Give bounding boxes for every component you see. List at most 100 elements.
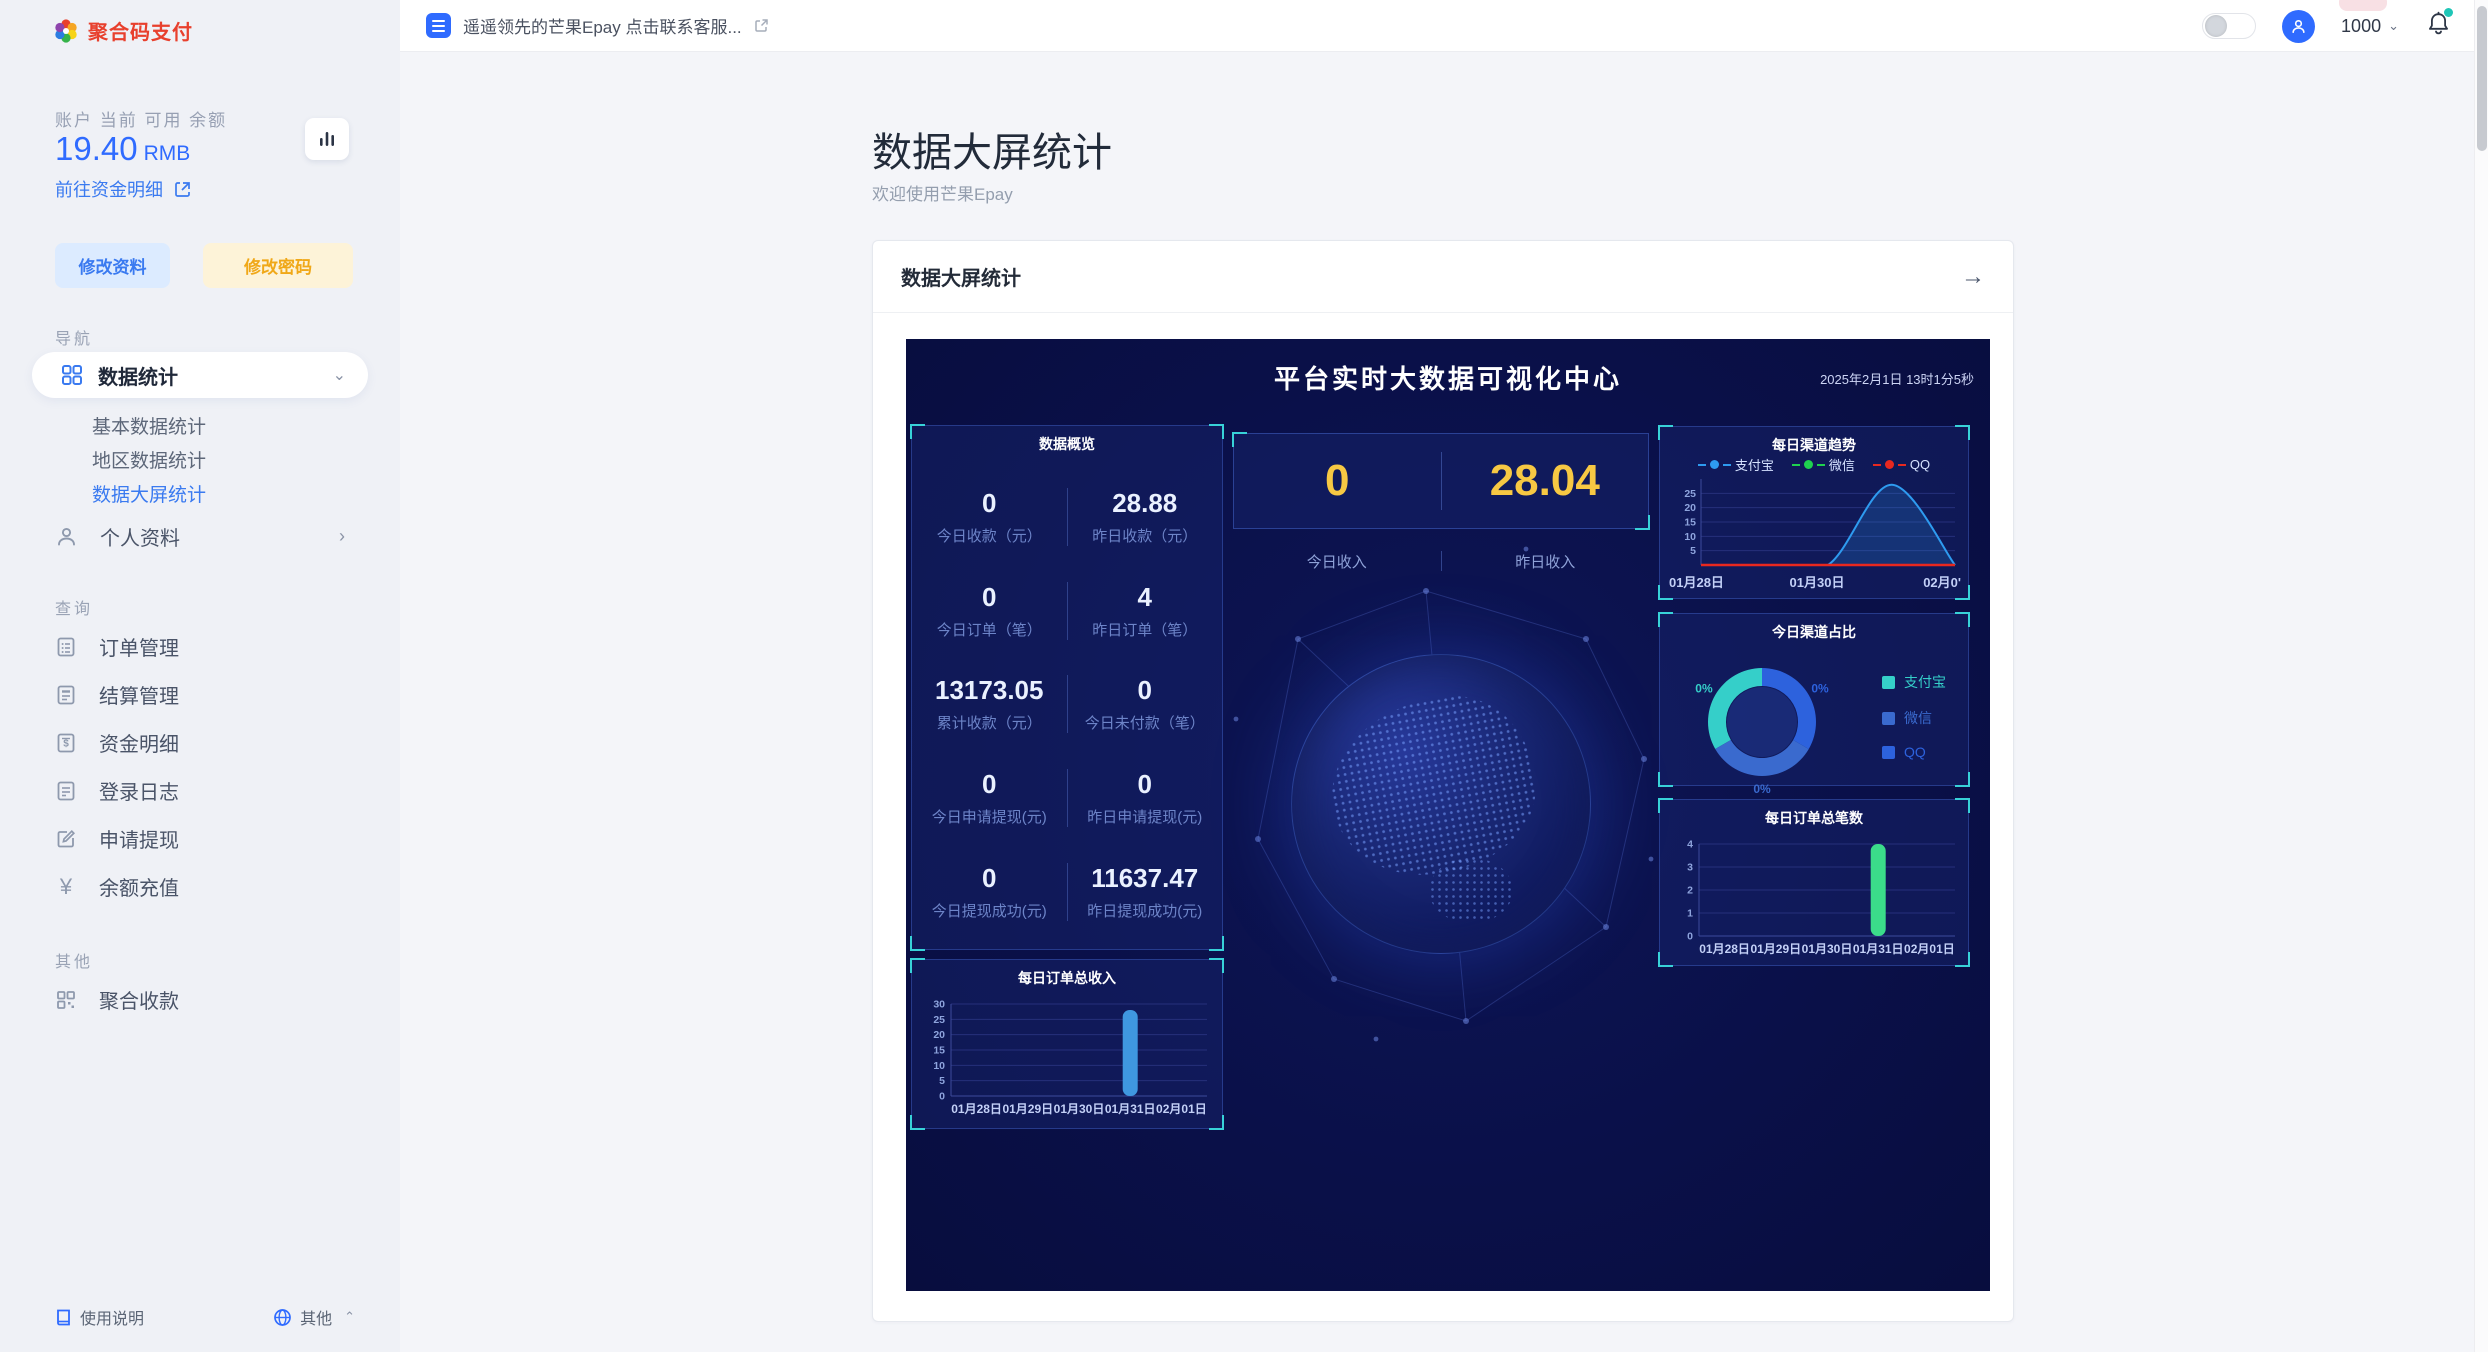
svg-text:20: 20 xyxy=(933,1029,945,1041)
balance: 19.40 RMB xyxy=(55,130,190,168)
today-income-value: 0 xyxy=(1325,456,1350,505)
order-list-icon xyxy=(57,637,75,656)
panel-title: 数据概览 xyxy=(1039,436,1095,452)
sidebar-item-data-stats[interactable]: 数据统计 ⌄ xyxy=(32,352,368,398)
help-link[interactable]: 使用说明 xyxy=(55,1305,144,1329)
stat-today-withdraw-success: 0 今日提现成功(元) xyxy=(931,863,1047,921)
balance-chart-button[interactable] xyxy=(305,118,349,160)
scrollbar-thumb[interactable] xyxy=(2477,6,2487,151)
sidebar-item-orders[interactable]: 订单管理 xyxy=(55,632,355,661)
bigscreen-card: 数据大屏统计 → 平台实时大数据可视化中心 2025年2月1日 13时1分5秒 xyxy=(872,240,2014,1322)
yen-icon: ¥ xyxy=(59,873,73,899)
brand-logo[interactable]: 聚合码支付 xyxy=(52,16,193,45)
page-title: 数据大屏统计 xyxy=(872,131,1112,175)
export-icon xyxy=(175,181,190,197)
page-subtitle: 欢迎使用芒果Epay xyxy=(872,185,1013,204)
chevron-right-icon: › xyxy=(339,526,345,546)
sidebar-subitem-region-stats[interactable]: 地区数据统计 xyxy=(92,446,206,473)
svg-text:02月01日: 02月01日 xyxy=(1904,942,1955,956)
user-dropdown[interactable]: 1000 ⌄ xyxy=(2339,0,2399,37)
sidebar-item-withdraw[interactable]: 申请提现 xyxy=(55,824,355,853)
external-link-icon xyxy=(754,19,768,32)
stat-today-withdraw-request: 0 今日申请提现(元) xyxy=(931,769,1047,827)
panel-daily-order-revenue: 每日订单总收入 0 5 10 15 20 25 30 01月28日 01月29日 01月30日 01… xyxy=(910,958,1224,1130)
svg-text:0%: 0% xyxy=(1811,682,1829,696)
panel-channel-share: 今日渠道占比 0% 0% 0% 支付宝 微信 QQ xyxy=(1658,612,1970,794)
balance-amount: 19.40 xyxy=(55,130,138,167)
panel-daily-order-count: 每日订单总笔数 0 1 2 3 4 01月28日 01月29日 01月30日 01月31日 02月… xyxy=(1658,798,1970,967)
sidebar-item-label: 余额充值 xyxy=(99,878,179,900)
svg-text:0%: 0% xyxy=(1753,782,1771,794)
svg-text:01月31日: 01月31日 xyxy=(1853,942,1904,956)
avatar[interactable] xyxy=(2282,9,2316,43)
stat-yesterday-withdraw-success: 11637.47 昨日提现成功(元) xyxy=(1087,863,1203,921)
announcement-icon xyxy=(426,13,451,38)
sidebar-subitem-basic-stats[interactable]: 基本数据统计 xyxy=(92,412,206,439)
svg-text:01月30日: 01月30日 xyxy=(1790,575,1845,590)
edit-profile-button[interactable]: 修改资料 xyxy=(55,243,170,288)
sidebar-item-login-log[interactable]: 登录日志 xyxy=(55,776,355,805)
sidebar-item-settlement[interactable]: 结算管理 xyxy=(55,680,355,709)
arrow-right-icon[interactable]: → xyxy=(1961,263,1985,291)
sidebar-item-profile[interactable]: 个人资料 › xyxy=(55,522,355,551)
funds-detail-label: 前往资金明细 xyxy=(55,180,163,200)
donut-legend: 支付宝 微信 QQ xyxy=(1882,672,1946,760)
user-icon xyxy=(2292,19,2305,33)
svg-text:0: 0 xyxy=(939,1091,945,1103)
income-box: 0 28.04 xyxy=(1232,432,1650,530)
balance-currency: RMB xyxy=(143,142,191,165)
sidebar-subitem-bigscreen-stats[interactable]: 数据大屏统计 xyxy=(92,480,206,507)
sidebar-item-aggregate-pay[interactable]: 聚合收款 xyxy=(55,985,355,1014)
settlement-icon xyxy=(57,685,75,704)
svg-text:1: 1 xyxy=(1687,908,1693,920)
svg-text:3: 3 xyxy=(1687,862,1693,874)
stat-total-received: 13173.05 累计收款（元） xyxy=(935,675,1044,733)
globe-continent-dots xyxy=(1317,683,1547,889)
sidebar-item-label: 数据统计 xyxy=(98,366,178,389)
funds-doc-icon: $ xyxy=(57,733,75,752)
book-icon xyxy=(57,1309,70,1325)
legend-qq: QQ xyxy=(1882,744,1946,760)
notifications-button[interactable] xyxy=(2425,8,2453,42)
other-menu-toggle[interactable]: 其他 ⌃ xyxy=(273,1305,355,1329)
sidebar-item-label: 资金明细 xyxy=(99,734,179,756)
legend-wechat: 微信 xyxy=(1791,455,1855,474)
panel-title: 每日订单总笔数 xyxy=(1765,810,1863,826)
sidebar-item-label: 聚合收款 xyxy=(99,991,179,1013)
today-income-label: 今日收入 xyxy=(1306,554,1367,571)
card-title: 数据大屏统计 xyxy=(901,268,1021,290)
sidebar-item-recharge[interactable]: ¥ 余额充值 xyxy=(55,872,355,901)
panel-title: 每日渠道趋势 xyxy=(1772,437,1856,453)
person-icon xyxy=(58,527,75,546)
notice-text: 遥遥领先的芒果Epay 点击联系客服... xyxy=(463,18,742,37)
svg-text:4: 4 xyxy=(1687,839,1693,851)
svg-text:01月28日: 01月28日 xyxy=(951,1102,1002,1116)
panel-income: 0 28.04 今日收入 昨日收入 xyxy=(1232,425,1650,585)
bar-chart-icon xyxy=(320,132,334,146)
yesterday-income-label: 昨日收入 xyxy=(1515,554,1576,571)
chevron-down-icon: ⌄ xyxy=(332,367,346,384)
funds-detail-link[interactable]: 前往资金明细 xyxy=(55,176,192,202)
globe-icon xyxy=(274,1308,291,1326)
change-password-button[interactable]: 修改密码 xyxy=(203,243,353,288)
panel-data-overview: 数据概览 0 今日收款（元） 28.88 昨日收款（元） 0 今日订单（笔） 4 昨日订… xyxy=(910,424,1224,951)
topbar: 遥遥领先的芒果Epay 点击联系客服... 1000 ⌄ xyxy=(400,0,2488,52)
nav-section-label: 导航 xyxy=(55,331,94,348)
edit-icon xyxy=(57,829,76,847)
flower-logo-icon xyxy=(55,18,77,43)
card-header: 数据大屏统计 → xyxy=(873,241,2013,313)
account-label: 账户 当前 可用 余额 xyxy=(55,111,228,130)
panel-title: 今日渠道占比 xyxy=(1772,624,1856,640)
sidebar-item-label: 个人资料 xyxy=(100,528,180,550)
panel-title: 每日订单总收入 xyxy=(1018,970,1116,986)
toggle-knob xyxy=(2205,15,2228,37)
sidebar-item-funds[interactable]: $ 资金明细 xyxy=(55,728,355,757)
svg-text:5: 5 xyxy=(1690,545,1696,557)
sidebar: 聚合码支付 账户 当前 可用 余额 19.40 RMB 前往资金明细 修改资料 修… xyxy=(0,0,400,1352)
legend-alipay: 支付宝 xyxy=(1882,672,1946,692)
globe-visualization xyxy=(1291,654,1591,954)
notice-link[interactable]: 遥遥领先的芒果Epay 点击联系客服... xyxy=(426,13,769,38)
svg-text:02月0': 02月0' xyxy=(1923,575,1961,590)
overview-stats-grid: 0 今日收款（元） 28.88 昨日收款（元） 0 今日订单（笔） 4 昨日订单（笔） … xyxy=(912,470,1222,939)
theme-toggle[interactable] xyxy=(2202,13,2257,39)
